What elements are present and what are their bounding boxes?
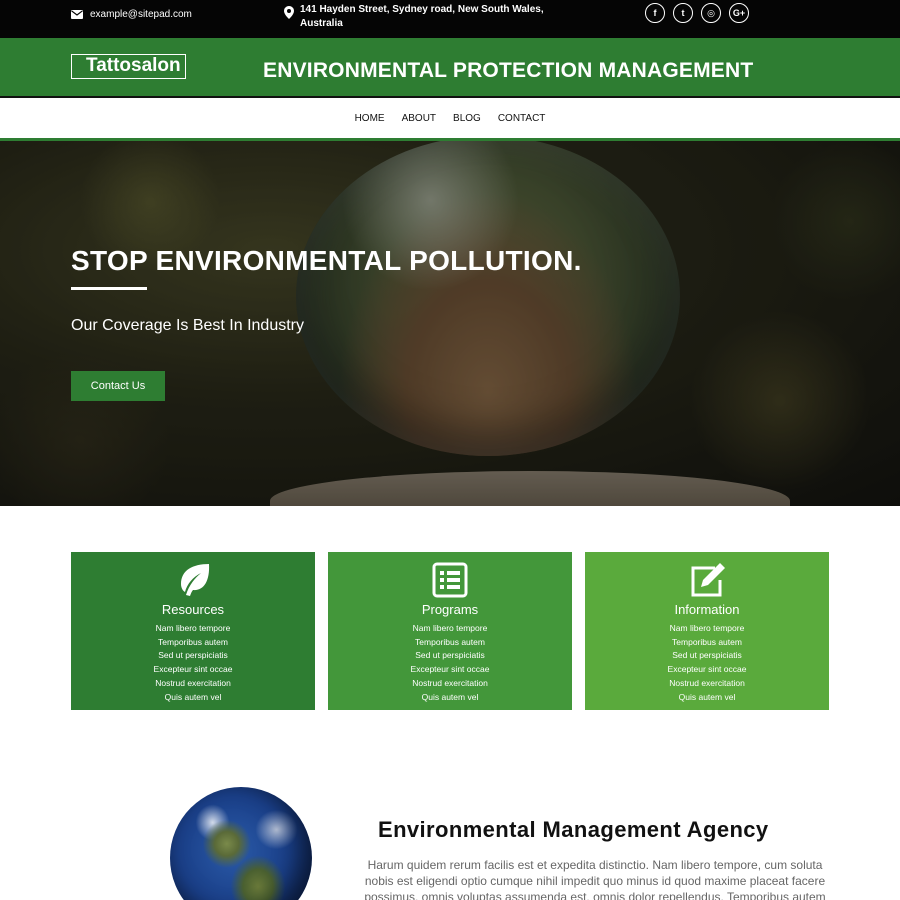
social-links: f t ◎ G+: [645, 3, 749, 23]
feature-list: Nam libero tempore Temporibus autem Sed …: [585, 622, 829, 704]
feature-card-information[interactable]: Information Nam libero tempore Temporibu…: [585, 552, 829, 710]
feature-card-resources[interactable]: Resources Nam libero tempore Temporibus …: [71, 552, 315, 710]
nav-blog[interactable]: BLOG: [453, 113, 481, 124]
list-item: Sed ut perspiciatis: [158, 650, 228, 661]
list-item: Excepteur sint occae: [667, 664, 747, 675]
feature-list: Nam libero tempore Temporibus autem Sed …: [328, 622, 572, 704]
earth-image: [170, 787, 312, 900]
list-item: Quis autem vel: [678, 691, 736, 702]
list-item: Excepteur sint occae: [153, 664, 233, 675]
nav-about[interactable]: ABOUT: [402, 113, 436, 124]
edit-icon: [691, 563, 725, 597]
nav-home[interactable]: HOME: [355, 113, 385, 124]
email-text: example@sitepad.com: [90, 9, 192, 20]
feature-title: Information: [674, 602, 740, 617]
list-item: Sed ut perspiciatis: [672, 650, 742, 661]
hero-banner: STOP ENVIRONMENTAL POLLUTION. Our Covera…: [0, 141, 900, 506]
list-item: Quis autem vel: [164, 691, 222, 702]
list-item: Sed ut perspiciatis: [415, 650, 485, 661]
hero-divider: [71, 287, 147, 290]
feature-title: Resources: [161, 602, 225, 617]
about-title: Environmental Management Agency: [378, 817, 769, 842]
contact-address: 141 Hayden Street, Sydney road, New Sout…: [284, 3, 564, 31]
contact-email[interactable]: example@sitepad.com: [71, 9, 192, 20]
feature-card-programs[interactable]: Programs Nam libero tempore Temporibus a…: [328, 552, 572, 710]
hero-title: STOP ENVIRONMENTAL POLLUTION.: [71, 245, 582, 276]
list-item: Temporibus autem: [672, 636, 742, 647]
list-item: Nostrud exercitation: [669, 677, 745, 688]
feature-title: Programs: [421, 602, 479, 617]
hero-subtitle: Our Coverage Is Best In Industry: [71, 317, 304, 334]
google-plus-icon[interactable]: G+: [729, 3, 749, 23]
list-icon: [432, 562, 468, 598]
list-item: Nostrud exercitation: [412, 677, 488, 688]
list-item: Excepteur sint occae: [410, 664, 490, 675]
site-header: Tattosalon ENVIRONMENTAL PROTECTION MANA…: [0, 38, 900, 98]
site-logo[interactable]: Tattosalon: [71, 54, 186, 79]
nav-contact[interactable]: CONTACT: [498, 113, 546, 124]
envelope-icon: [71, 10, 83, 19]
facebook-icon[interactable]: f: [645, 3, 665, 23]
list-item: Temporibus autem: [415, 636, 485, 647]
address-text: 141 Hayden Street, Sydney road, New Sout…: [300, 4, 544, 29]
leaf-icon: [181, 564, 210, 596]
map-marker-icon: [284, 6, 294, 19]
twitter-icon[interactable]: t: [673, 3, 693, 23]
list-item: Temporibus autem: [158, 636, 228, 647]
feature-list: Nam libero tempore Temporibus autem Sed …: [71, 622, 315, 704]
list-item: Quis autem vel: [421, 691, 479, 702]
list-item: Nam libero tempore: [412, 623, 488, 633]
site-title: ENVIRONMENTAL PROTECTION MANAGEMENT: [263, 59, 754, 82]
top-bar: example@sitepad.com 141 Hayden Street, S…: [0, 0, 900, 38]
main-nav: HOME ABOUT BLOG CONTACT: [0, 98, 900, 141]
list-item: Nam libero tempore: [155, 623, 231, 633]
about-text: Harum quidem rerum facilis est et expedi…: [364, 858, 826, 900]
list-item: Nostrud exercitation: [155, 677, 231, 688]
list-item: Nam libero tempore: [669, 623, 745, 633]
contact-us-button[interactable]: Contact Us: [71, 371, 165, 401]
instagram-icon[interactable]: ◎: [701, 3, 721, 23]
